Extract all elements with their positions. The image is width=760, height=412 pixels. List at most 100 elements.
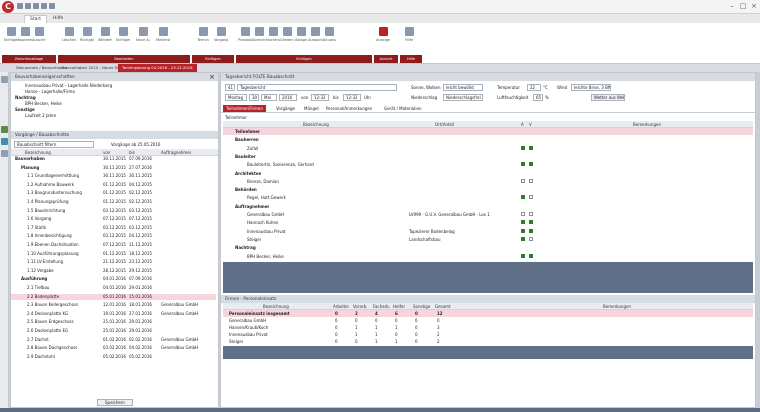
ribbon-button[interactable]: Kopieren (18, 27, 32, 47)
tree-row[interactable]: 1.2 Aufnahme Bauwerk 01.12.2015 04.12.2015 (11, 182, 216, 188)
attended-checkbox[interactable] (521, 212, 525, 216)
weather-from-web-button[interactable]: Wetter aus Web (591, 94, 625, 101)
ribbon-button[interactable]: Anzeige (376, 27, 390, 47)
ribbon-button[interactable]: Auswahl (308, 27, 322, 47)
attended-checkbox[interactable] (521, 178, 525, 183)
tree-row[interactable]: 2.2 Bodenplatte 05.01.2016 15.01.2016 (11, 293, 216, 300)
grid-group-row[interactable]: Auftragnehmer (223, 203, 753, 210)
close-button[interactable]: × (750, 2, 758, 11)
grid-group-row[interactable]: Architekten (223, 170, 753, 177)
ribbon-tab-start[interactable]: Start (24, 15, 47, 23)
attended-checkbox[interactable] (521, 228, 525, 233)
column-header[interactable]: Facharb. (373, 303, 390, 310)
column-header[interactable]: Vorarb. (353, 303, 367, 310)
tab-defects[interactable]: Mängel (301, 105, 322, 112)
quick-print-icon[interactable] (41, 3, 47, 9)
personal-row[interactable]: Personaleinsatz insgesamt 0 2 4 6 0 12 (223, 310, 753, 317)
grid-group-row[interactable]: Behörden (223, 186, 753, 193)
tree-row[interactable]: 2.6 Deckenplatte EG 25.01.2016 29.01.2016 (11, 328, 216, 334)
tab-staff[interactable]: Personal/Anmerkungen (323, 105, 375, 112)
ribbon-button[interactable]: Einfügen (116, 27, 130, 47)
distribution-checkbox[interactable] (529, 162, 533, 167)
ribbon-button[interactable]: Wiederherstellen (98, 27, 112, 47)
ribbon-button[interactable]: Termin (196, 27, 210, 47)
column-header[interactable]: Bemerkungen (633, 121, 661, 128)
column-header[interactable]: Sonstige (413, 303, 430, 310)
column-header[interactable]: Bezeichnung (263, 303, 289, 310)
ribbon-button[interactable]: Ablage (294, 27, 308, 47)
personal-row[interactable]: Innenausbau Privat 0 1 1 0 0 2 (223, 331, 753, 338)
day-field[interactable]: Montag (225, 94, 247, 101)
column-header[interactable]: V (529, 121, 532, 128)
column-header[interactable]: von (103, 149, 110, 156)
column-header[interactable]: Bezeichnung (25, 149, 51, 156)
personal-row[interactable]: Hansen/Krauß/Koch 0 1 1 1 0 3 (223, 324, 753, 331)
attended-checkbox[interactable] (521, 236, 525, 241)
ribbon-button[interactable]: Gliederung (280, 27, 294, 47)
quick-save-icon[interactable] (17, 3, 23, 9)
distribution-checkbox[interactable] (529, 145, 533, 150)
grid-row[interactable]: Hannach Kuhne (223, 219, 753, 226)
tree-row[interactable]: 2.4 Deckenplatte KG 19.01.2016 27.01.2016 G… (11, 311, 216, 317)
grid-row[interactable]: BPH Becker, Heike (223, 253, 753, 260)
tab-equipment[interactable]: Gerät / Materialien (381, 105, 424, 112)
ribbon-button[interactable]: Hilfe (402, 27, 416, 47)
grid-row[interactable]: Innenausbau Privat Tapezierer Bodenbelag (223, 228, 753, 235)
column-header[interactable]: Auftragnehmer (161, 149, 191, 156)
tree-row[interactable]: 2.1 Tiefbau 04.01.2016 29.01.2016 (11, 285, 216, 291)
attended-checkbox[interactable] (521, 195, 525, 200)
humidity-input[interactable]: 65 (533, 94, 543, 101)
report-type-select[interactable]: Tagesbericht (237, 84, 397, 91)
tree-row[interactable]: 2.5 Bauen Erdgeschoss 25.01.2016 29.01.201… (11, 319, 216, 325)
ribbon-button[interactable]: Abrechnung (252, 27, 266, 47)
nav-icon[interactable] (1, 76, 8, 83)
tree-row[interactable]: 2.7 Dachst. 01.02.2016 02.02.2016 Generalba… (11, 337, 216, 343)
temperature-input[interactable]: 22 (527, 84, 541, 91)
grid-group-row[interactable]: Bauleiter (223, 153, 753, 160)
ribbon-button[interactable]: Rückgängig (80, 27, 94, 47)
attended-checkbox[interactable] (521, 145, 525, 150)
attended-checkbox[interactable] (521, 162, 525, 167)
column-header[interactable]: bis (129, 149, 135, 156)
grid-row[interactable]: Bronze, Damian (223, 178, 753, 185)
tree-row[interactable]: 2.8 Bauen Dachgeschoss 03.02.2016 04.02.20… (11, 345, 216, 351)
ribbon-button[interactable]: Aktualisieren (322, 27, 336, 47)
tab-processes[interactable]: Vorgänge (273, 105, 298, 112)
column-header[interactable]: Bemerkungen (603, 303, 631, 310)
nav-icon[interactable] (1, 126, 8, 133)
tree-row[interactable]: Planung 30.11.2015 27.07.2016 (11, 165, 216, 171)
tree-row[interactable]: 2.3 Bauen Kellergeschoss 12.01.2016 18.01.… (11, 302, 216, 308)
from-time[interactable]: 12:32 (311, 94, 329, 101)
personal-row[interactable]: Generalbau GmbH 0 0 0 0 0 0 (223, 317, 753, 324)
close-icon[interactable]: × (209, 73, 215, 81)
tree-row[interactable]: 1.12 Vergabe 28.12.2015 29.12.2015 (11, 268, 216, 274)
weather-select[interactable]: leicht bewölkt (443, 84, 483, 91)
precipitation-select[interactable]: Niederschlagsfrei (443, 94, 483, 101)
ribbon-button[interactable]: Einfügen (4, 27, 18, 47)
distribution-checkbox[interactable] (529, 220, 533, 225)
tree-row[interactable]: 1.5 Baueinrichtung 03.12.2015 03.12.2015 (11, 208, 216, 214)
ribbon-button[interactable]: Meilenstein (156, 27, 170, 47)
grid-group-row[interactable]: Teilnehmer (223, 128, 753, 135)
column-header[interactable]: Gesamt (435, 303, 451, 310)
tree-row[interactable]: 2.9 Dachstuhl 05.02.2016 05.02.2016 (11, 354, 216, 360)
column-header[interactable]: Ort/Anteil (435, 121, 454, 128)
ribbon-tab-hilfe[interactable]: Hilfe (48, 15, 68, 23)
grid-group-row[interactable]: Bauherren (223, 136, 753, 143)
attended-checkbox[interactable] (521, 253, 525, 258)
quick-access-icon[interactable] (49, 3, 55, 9)
tree-row[interactable]: 1.11 LV-Erstellung 21.12.2015 23.12.2015 (11, 259, 216, 265)
grid-row[interactable]: Generalbau GmbH LV999 · G.U.V. Generalbau… (223, 211, 753, 218)
distribution-checkbox[interactable] (529, 228, 533, 233)
minimize-button[interactable]: – (728, 2, 736, 11)
attended-checkbox[interactable] (521, 220, 525, 225)
ribbon-button[interactable]: Ausschneiden (32, 27, 46, 47)
grid-row[interactable]: Regel, Hutt Gewerk (223, 194, 753, 201)
tab-participants[interactable]: Teilnehmer/Firmen (223, 105, 266, 112)
grid-row[interactable]: Zufall (223, 145, 753, 152)
tree-row[interactable]: 1.3 Baugrunduntersuchung 01.12.2015 02.12.… (11, 190, 216, 196)
tree-row[interactable]: 1.10 Ausführungsplanung 01.12.2015 18.12.2… (11, 251, 216, 257)
wind-select[interactable]: leichte Brise, 3 Bft (571, 84, 611, 91)
tree-row[interactable]: 1.6 Vorgang 07.12.2015 07.12.2015 (11, 216, 216, 222)
distribution-checkbox[interactable] (529, 236, 533, 241)
